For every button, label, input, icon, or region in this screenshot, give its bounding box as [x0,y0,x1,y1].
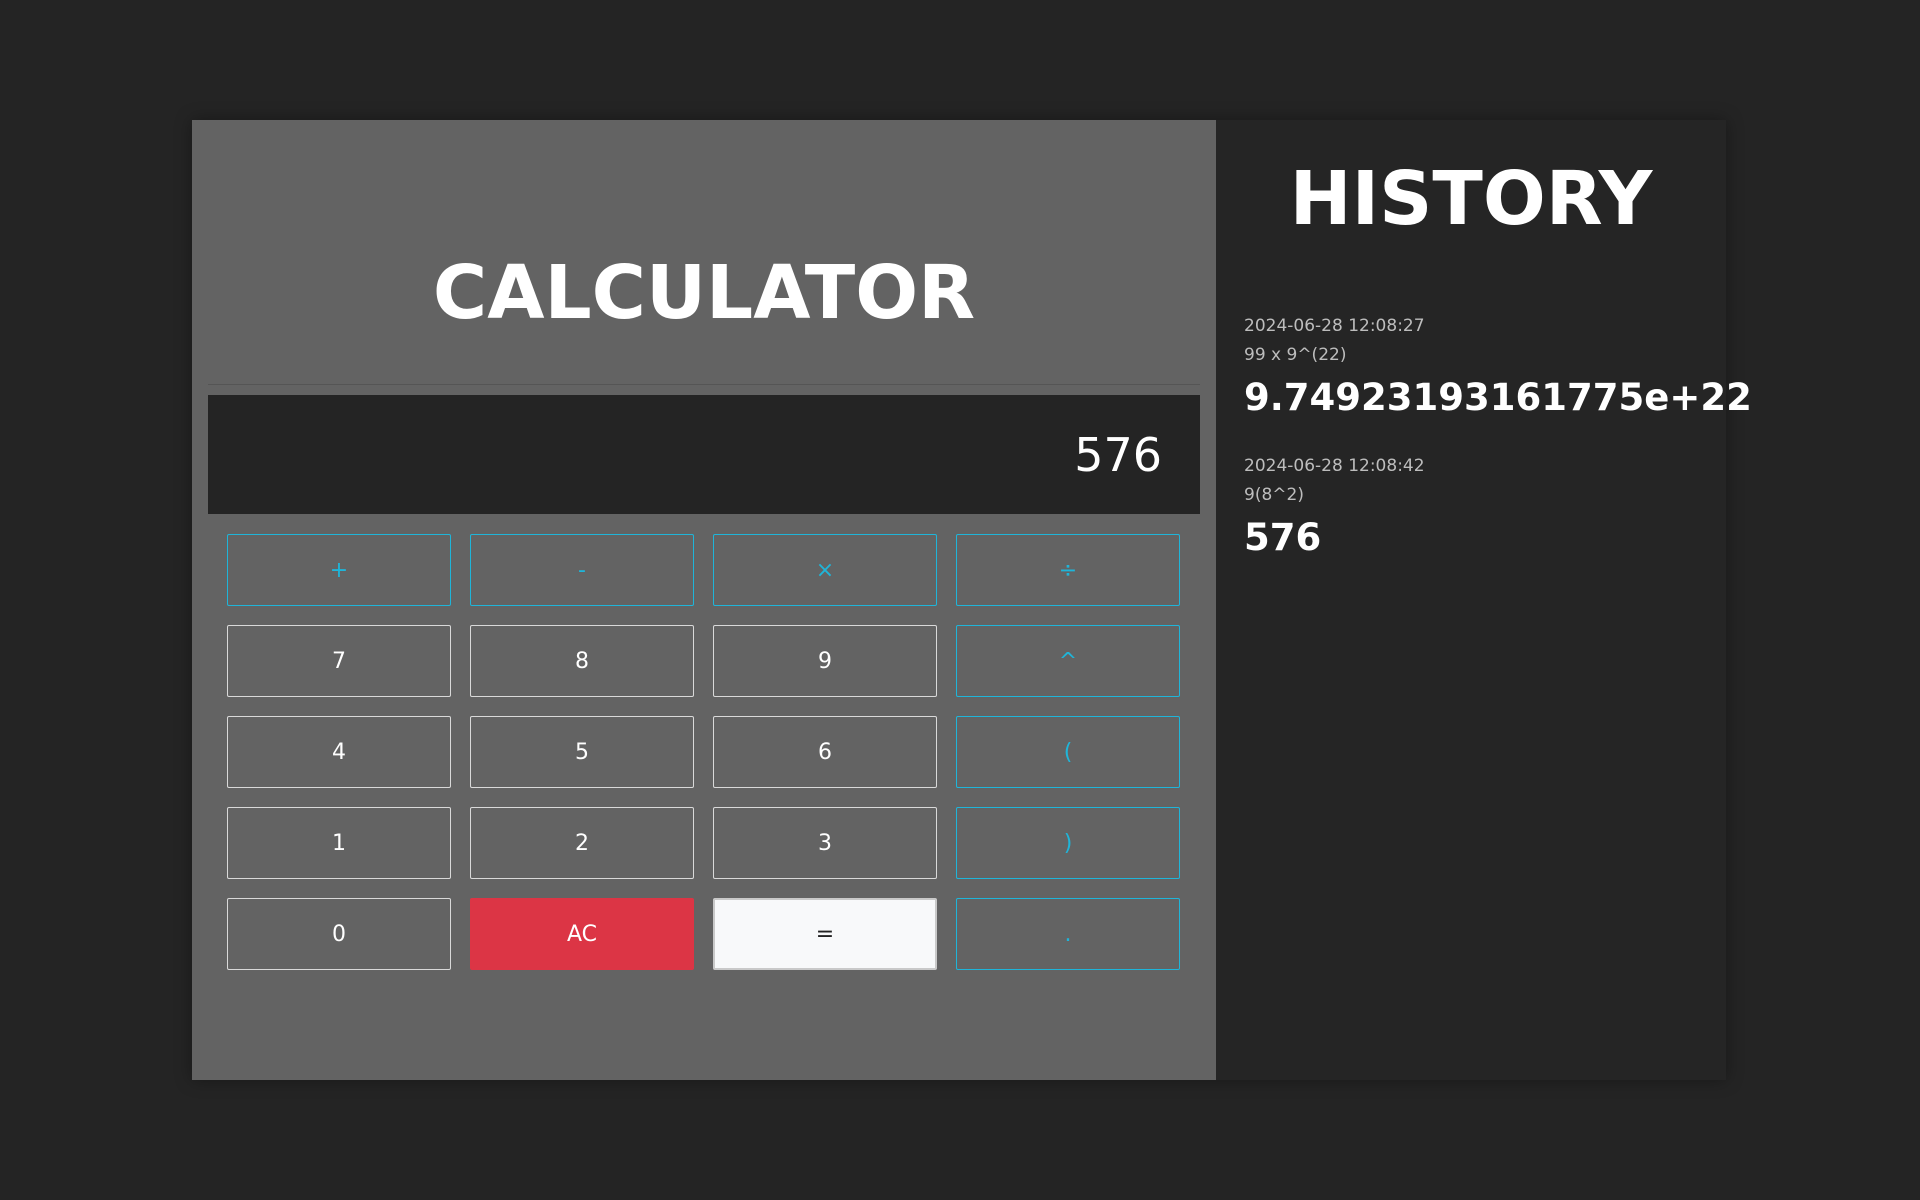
key-2[interactable]: 2 [470,807,694,879]
key-plus[interactable]: + [227,534,451,606]
key-5[interactable]: 5 [470,716,694,788]
clear-button[interactable]: AC [470,898,694,970]
key-7[interactable]: 7 [227,625,451,697]
key-multiply[interactable]: × [713,534,937,606]
history-list: 2024-06-28 12:08:27 99 x 9^(22) 9.749231… [1244,312,1752,566]
key-9[interactable]: 9 [713,625,937,697]
key-0[interactable]: 0 [227,898,451,970]
history-expression: 9(8^2) [1244,485,1304,505]
history-result: 9.74923193161775e+22 [1244,376,1752,419]
history-timestamp: 2024-06-28 12:08:27 [1244,316,1425,336]
key-open-paren[interactable]: ( [956,716,1180,788]
calculator-title: CALCULATOR [208,120,1200,385]
key-6[interactable]: 6 [713,716,937,788]
key-8[interactable]: 8 [470,625,694,697]
key-power[interactable]: ^ [956,625,1180,697]
history-entry[interactable]: 2024-06-28 12:08:27 99 x 9^(22) 9.749231… [1244,312,1752,426]
keypad: + - × ÷ 7 8 9 ^ 4 5 6 (1 2 3) 0 AC =. [227,534,1181,970]
history-title: HISTORY [1289,156,1653,242]
history-result: 576 [1244,516,1322,559]
key-1[interactable]: 1 [227,807,451,879]
key-minus[interactable]: - [470,534,694,606]
calculator-panel: CALCULATOR 576 + - × ÷ 7 8 9 ^ 4 5 6 (1 2 3) 0 AC =. [192,120,1216,1080]
key-4[interactable]: 4 [227,716,451,788]
history-panel: HISTORY 2024-06-28 12:08:27 99 x 9^(22) … [1216,120,1752,1080]
calculator-display: 576 [208,395,1200,514]
key-divide[interactable]: ÷ [956,534,1180,606]
app-container: CALCULATOR 576 + - × ÷ 7 8 9 ^ 4 5 6 (1 2 3) 0 AC =. HIS… [192,120,1752,1080]
key-decimal[interactable]: . [956,898,1180,970]
key-close-paren[interactable]: ) [956,807,1180,879]
history-timestamp: 2024-06-28 12:08:42 [1244,456,1425,476]
history-entry[interactable]: 2024-06-28 12:08:42 9(8^2) 576 [1244,452,1698,566]
key-3[interactable]: 3 [713,807,937,879]
equals-button[interactable]: = [713,898,937,970]
history-expression: 99 x 9^(22) [1244,345,1347,365]
